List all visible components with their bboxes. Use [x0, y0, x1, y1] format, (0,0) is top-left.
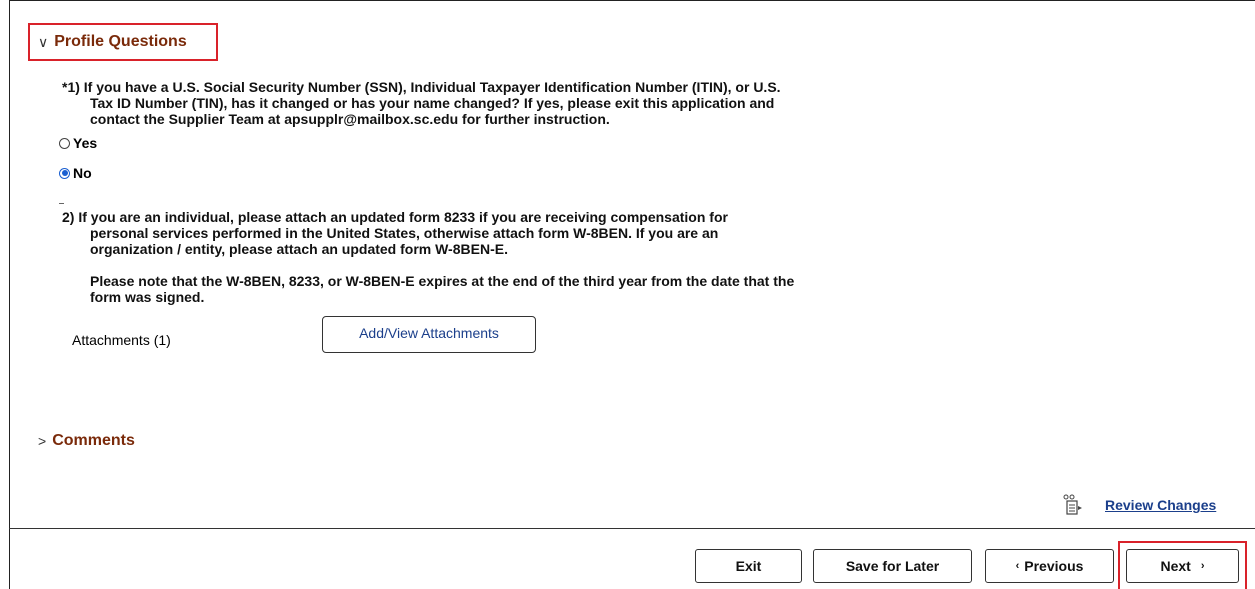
next-button[interactable]: Next ›: [1126, 549, 1239, 583]
next-label: Next: [1160, 558, 1191, 574]
small-dash: [59, 203, 64, 204]
question-2-line1: 2) If you are an individual, please atta…: [62, 209, 728, 225]
chevron-right-icon: >: [38, 433, 47, 449]
chevron-down-icon: ∨: [38, 33, 49, 50]
exit-button[interactable]: Exit: [695, 549, 802, 583]
radio-yes-circle[interactable]: [59, 137, 70, 149]
question-1-line1: *1) If you have a U.S. Social Security N…: [62, 79, 781, 95]
question-1-line2: Tax ID Number (TIN), has it changed or h…: [90, 95, 775, 111]
radio-no[interactable]: No: [59, 165, 92, 181]
radio-yes-label: Yes: [73, 135, 98, 151]
footer-divider: [9, 528, 1255, 529]
previous-button[interactable]: ‹ Previous: [985, 549, 1114, 583]
question-1-line3: contact the Supplier Team at apsupplr@ma…: [90, 111, 610, 127]
save-for-later-button[interactable]: Save for Later: [813, 549, 972, 583]
question-1: *1) If you have a U.S. Social Security N…: [62, 79, 781, 127]
previous-label: Previous: [1024, 558, 1084, 574]
profile-questions-title: Profile Questions: [54, 33, 187, 50]
review-changes-text[interactable]: Review Changes: [1105, 497, 1216, 513]
comments-title: Comments: [52, 432, 135, 449]
review-changes-icon: [1063, 494, 1082, 515]
radio-no-circle[interactable]: [59, 167, 70, 179]
question-2-note1: Please note that the W-8BEN, 8233, or W-…: [90, 273, 795, 289]
question-2: 2) If you are an individual, please atta…: [62, 209, 794, 305]
add-view-attachments-button[interactable]: Add/View Attachments: [322, 316, 536, 353]
profile-questions-toggle[interactable]: ∨ Profile Questions: [38, 33, 187, 51]
attachments-label: Attachments (1): [72, 332, 171, 348]
question-2-line3: organization / entity, please attach an …: [90, 241, 508, 257]
chevron-left-icon: ‹: [1015, 560, 1020, 572]
radio-no-label: No: [73, 165, 92, 181]
review-changes-link[interactable]: Review Changes: [1061, 494, 1216, 516]
comments-toggle[interactable]: > Comments: [38, 432, 135, 450]
question-2-line2: personal services performed in the Unite…: [90, 225, 719, 241]
chevron-right-icon: ›: [1200, 560, 1205, 572]
question-2-note2: form was signed.: [90, 289, 205, 305]
radio-yes[interactable]: Yes: [59, 135, 97, 151]
